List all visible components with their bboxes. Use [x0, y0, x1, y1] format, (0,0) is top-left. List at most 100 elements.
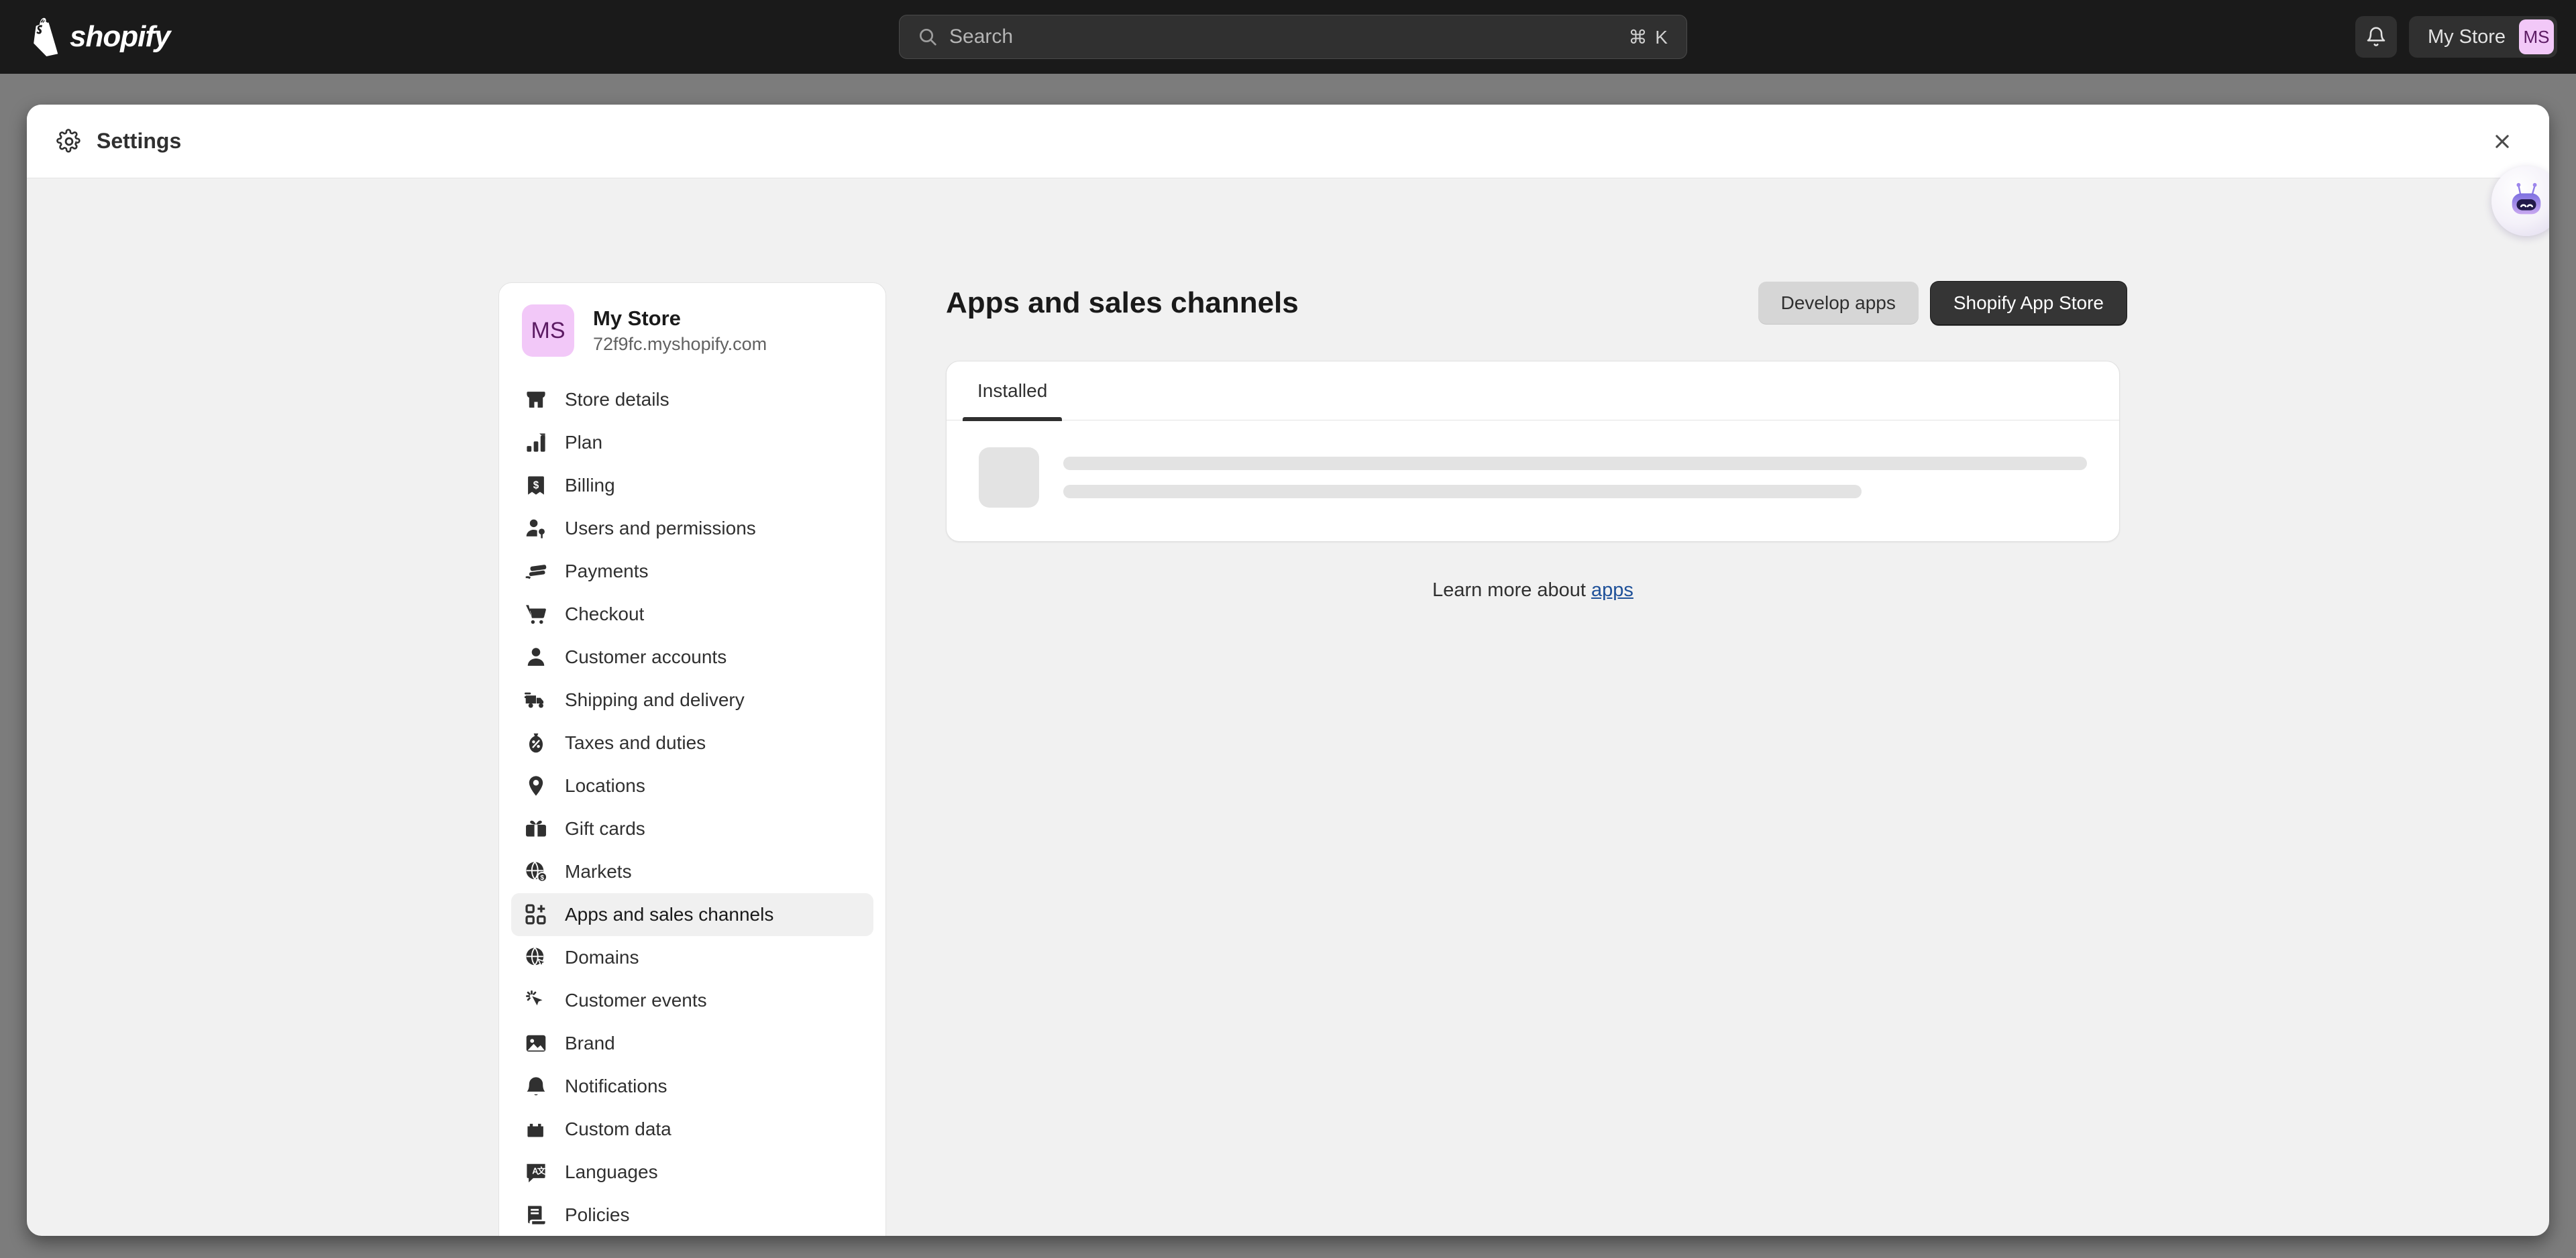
gift-icon — [525, 817, 547, 840]
close-button[interactable] — [2485, 124, 2520, 159]
search-icon — [920, 29, 936, 46]
chart-icon — [525, 431, 547, 454]
sidebar-item-plan[interactable]: Plan — [511, 421, 873, 464]
sidebar-item-label: Custom data — [565, 1119, 672, 1139]
person-icon — [525, 646, 547, 669]
sidebar-item-label: Gift cards — [565, 818, 645, 839]
sidebar-store-domain: 72f9fc.myshopify.com — [593, 334, 767, 354]
sidebar-item-label: Users and permissions — [565, 518, 756, 538]
skeleton-text-lines — [1063, 457, 2087, 498]
shopify-bag-icon — [34, 17, 58, 56]
globe-dollar-icon: $ — [525, 860, 547, 883]
apps-loading-skeleton — [947, 420, 2119, 541]
sidebar-item-label: Domains — [565, 947, 639, 968]
blocks-icon — [525, 1118, 547, 1141]
sidebar-item-checkout[interactable]: Checkout — [511, 593, 873, 636]
policy-icon — [525, 1204, 547, 1226]
sidebar-item-label: Store details — [565, 389, 669, 410]
sidebar-item-label: Payments — [565, 561, 649, 581]
robot-assistant-icon — [2512, 182, 2541, 215]
shopify-app-store-button[interactable]: Shopify App Store — [1930, 282, 2127, 325]
close-icon — [2496, 134, 2509, 148]
svg-text:文: 文 — [537, 1166, 546, 1176]
sidebar-item-customer-events[interactable]: Customer events — [511, 979, 873, 1022]
installed-apps-card: Installed — [946, 361, 2120, 542]
translate-icon: A文 — [525, 1161, 547, 1184]
top-right-actions: My Store MS — [2355, 16, 2557, 58]
gear-icon — [56, 128, 80, 152]
page-title: Apps and sales channels — [946, 286, 1299, 319]
bell-icon — [525, 1075, 547, 1098]
sidebar-item-gift-cards[interactable]: Gift cards — [511, 807, 873, 850]
sidebar-item-label: Plan — [565, 432, 603, 453]
shopify-logo[interactable]: shopify — [25, 17, 170, 56]
apps-tabs: Installed — [947, 361, 2119, 421]
sidebar-item-domains[interactable]: Domains — [511, 936, 873, 979]
sidebar-item-locations[interactable]: Locations — [511, 764, 873, 807]
page-actions: Develop apps Shopify App Store — [1758, 282, 2127, 325]
notifications-button[interactable] — [2355, 16, 2397, 58]
sidebar-item-label: Brand — [565, 1033, 615, 1053]
develop-apps-button[interactable]: Develop apps — [1758, 282, 1919, 325]
search-placeholder: Search — [949, 25, 1014, 48]
sidebar-item-languages[interactable]: A 文 Languages — [511, 1151, 873, 1194]
skeleton-line — [1063, 485, 1862, 498]
cart-icon — [525, 603, 547, 626]
sidebar-item-taxes-and-duties[interactable]: Taxes and duties — [511, 722, 873, 764]
globe-cursor-icon — [525, 946, 547, 969]
sidebar-item-customer-accounts[interactable]: Customer accounts — [511, 636, 873, 679]
sidebar-item-label: Markets — [565, 861, 632, 882]
page-header: Apps and sales channels Develop apps Sho… — [919, 279, 2127, 327]
sidebar-item-notifications[interactable]: Notifications — [511, 1065, 873, 1108]
store-name-label: My Store — [2427, 25, 2506, 48]
settings-modal: Settings MS My Store 72f9fc.myshopify.co… — [27, 105, 2549, 1236]
sidebar-item-label: Notifications — [565, 1076, 667, 1096]
sidebar-item-billing[interactable]: $ Billing — [511, 464, 873, 507]
sidebar-item-label: Shipping and delivery — [565, 689, 745, 710]
skeleton-line — [1063, 457, 2087, 470]
sidebar-item-label: Checkout — [565, 604, 645, 624]
modal-header: Settings — [27, 105, 2549, 178]
sidebar-item-custom-data[interactable]: Custom data — [511, 1108, 873, 1151]
sidebar-item-apps-and-sales-channels[interactable]: Apps and sales channels — [511, 893, 873, 936]
global-search[interactable]: Search ⌘ K — [899, 15, 1687, 59]
apps-grid-icon — [525, 903, 547, 926]
learn-more-prefix: Learn more about — [1432, 579, 1592, 601]
sidebar-item-label: Languages — [565, 1161, 658, 1182]
user-key-icon — [525, 517, 547, 540]
top-navigation-bar: shopify Search ⌘ K My Store MS — [0, 0, 2576, 74]
avatar: MS — [2519, 19, 2554, 54]
pin-icon — [525, 775, 547, 797]
sidebar-item-brand[interactable]: Brand — [511, 1022, 873, 1065]
click-icon — [525, 989, 547, 1012]
sidebar-item-markets[interactable]: $ Markets — [511, 850, 873, 893]
skeleton-thumbnail — [979, 447, 1039, 508]
search-shortcut-hint: ⌘ K — [1628, 26, 1669, 48]
svg-text:$: $ — [533, 479, 539, 491]
settings-nav-list: Store details Plan $ Billing Users and permi… — [499, 376, 885, 1236]
sidebar-item-label: Taxes and duties — [565, 732, 706, 753]
sidebar-item-policies[interactable]: Policies — [511, 1194, 873, 1236]
store-account-menu[interactable]: My Store MS — [2408, 16, 2557, 58]
svg-text:$: $ — [540, 874, 544, 882]
search-input[interactable]: Search ⌘ K — [899, 15, 1687, 59]
sidebar-item-label: Customer accounts — [565, 646, 727, 667]
sidebar-item-shipping-and-delivery[interactable]: Shipping and delivery — [511, 679, 873, 722]
brand-wordmark: shopify — [70, 20, 170, 53]
sidebar-item-label: Apps and sales channels — [565, 904, 774, 925]
settings-sidebar: MS My Store 72f9fc.myshopify.com Store d… — [498, 282, 886, 1236]
payment-icon — [525, 560, 547, 583]
bill-icon: $ — [525, 474, 547, 497]
avatar: MS — [522, 304, 574, 357]
sidebar-item-store-details[interactable]: Store details — [511, 378, 873, 421]
sidebar-item-label: Locations — [565, 775, 645, 796]
bell-icon — [2367, 27, 2385, 46]
modal-title: Settings — [97, 129, 182, 153]
apps-help-link[interactable]: apps — [1591, 579, 1633, 601]
sidebar-store-header[interactable]: MS My Store 72f9fc.myshopify.com — [499, 283, 885, 376]
sidebar-item-label: Billing — [565, 475, 615, 496]
tab-installed[interactable]: Installed — [963, 361, 1063, 421]
modal-body: MS My Store 72f9fc.myshopify.com Store d… — [27, 178, 2549, 1236]
sidebar-item-payments[interactable]: Payments — [511, 550, 873, 593]
sidebar-item-users-and-permissions[interactable]: Users and permissions — [511, 507, 873, 550]
